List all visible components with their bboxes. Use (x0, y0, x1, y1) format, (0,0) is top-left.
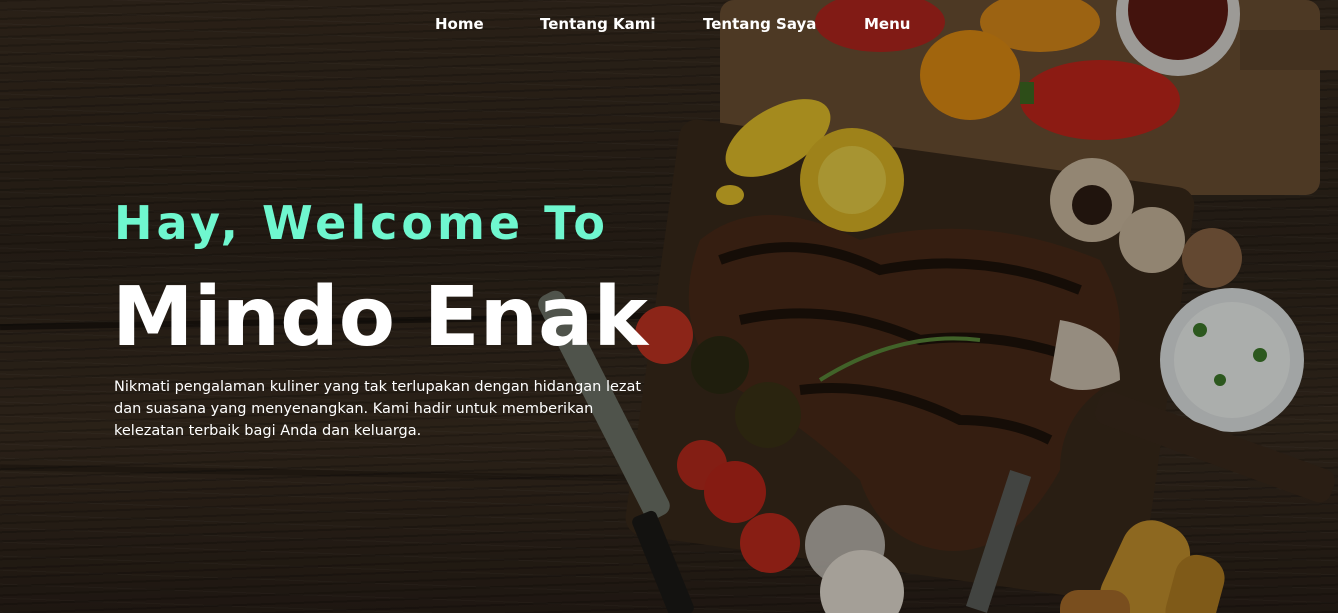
brand-title: Mindo Enak (112, 270, 648, 365)
hero-section: Home Tentang Kami Tentang Saya Menu Hay,… (0, 0, 1338, 613)
nav-link-home[interactable]: Home (435, 15, 484, 33)
nav-link-tentang-saya[interactable]: Tentang Saya (703, 15, 816, 33)
nav-link-menu[interactable]: Menu (864, 15, 910, 33)
nav-link-tentang-kami[interactable]: Tentang Kami (540, 15, 656, 33)
welcome-heading: Hay, Welcome To (114, 196, 609, 250)
hero-description: Nikmati pengalaman kuliner yang tak terl… (114, 379, 642, 439)
